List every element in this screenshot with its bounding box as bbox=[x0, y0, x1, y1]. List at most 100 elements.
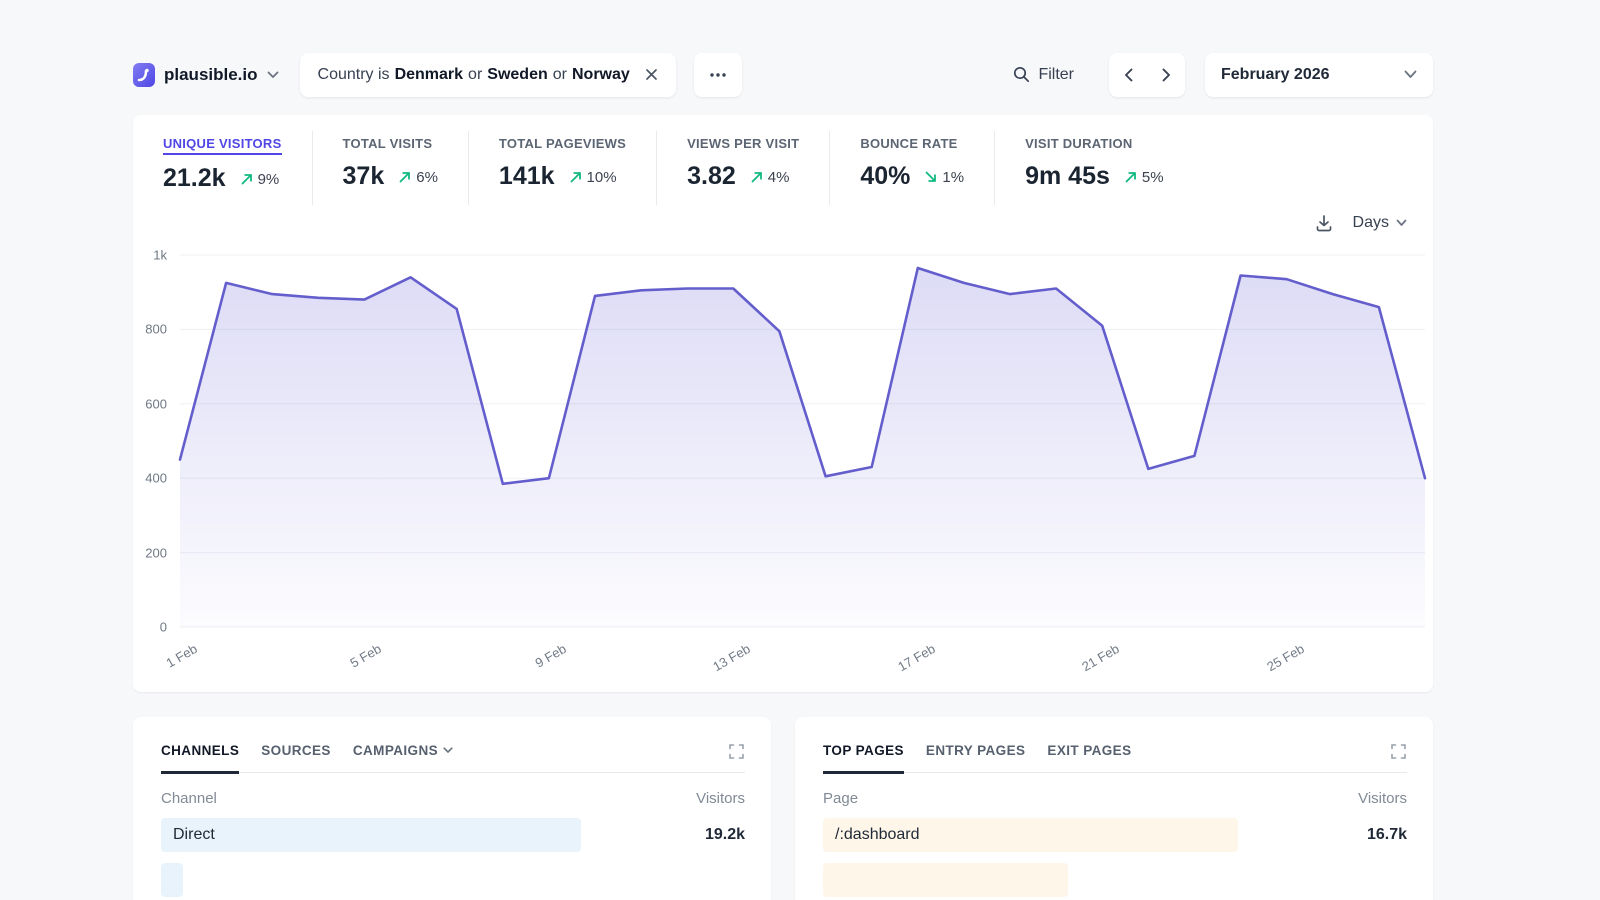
top-bar: plausible.io Country is Denmark or Swede… bbox=[133, 52, 1433, 97]
filter-button[interactable]: Filter bbox=[1013, 66, 1074, 84]
chart-plot-area[interactable]: 02004006008001k bbox=[180, 255, 1425, 627]
channels-tabs: CHANNELS SOURCES CAMPAIGNS bbox=[161, 743, 745, 773]
row-bar bbox=[161, 818, 581, 852]
stat-label[interactable]: UNIQUE VISITORS bbox=[163, 136, 282, 155]
site-name: plausible.io bbox=[164, 65, 258, 85]
tab-channels[interactable]: CHANNELS bbox=[161, 743, 239, 774]
channels-row-partial[interactable] bbox=[161, 863, 745, 897]
site-switcher[interactable]: plausible.io bbox=[133, 63, 279, 87]
expand-icon[interactable] bbox=[728, 743, 745, 760]
y-axis-label: 1k bbox=[153, 248, 167, 263]
stat-label[interactable]: VIEWS PER VISIT bbox=[687, 136, 799, 151]
stat-total-visits[interactable]: TOTAL VISITS 37k 6% bbox=[313, 131, 469, 205]
filter-country-3: Norway bbox=[572, 66, 630, 84]
interval-dropdown[interactable]: Days bbox=[1353, 214, 1407, 232]
interval-label: Days bbox=[1353, 214, 1389, 232]
tab-entry-pages[interactable]: ENTRY PAGES bbox=[926, 743, 1025, 774]
trend-up-icon bbox=[1124, 170, 1138, 184]
stat-label[interactable]: TOTAL PAGEVIEWS bbox=[499, 136, 626, 151]
x-axis-label: 5 Feb bbox=[372, 639, 380, 657]
download-icon[interactable] bbox=[1315, 214, 1333, 232]
tab-campaigns[interactable]: CAMPAIGNS bbox=[353, 743, 453, 774]
filter-chip-country[interactable]: Country is Denmark or Sweden or Norway bbox=[300, 53, 676, 97]
row-label[interactable]: Direct bbox=[161, 826, 215, 844]
top-right-controls: Filter February 2026 bbox=[1013, 53, 1433, 97]
y-axis-label: 0 bbox=[160, 620, 167, 635]
stat-views-per-visit[interactable]: VIEWS PER VISIT3.824% bbox=[657, 131, 830, 205]
filter-connector: or bbox=[468, 66, 482, 84]
x-axis-label: 1 Feb bbox=[188, 639, 196, 657]
tab-exit-pages[interactable]: EXIT PAGES bbox=[1047, 743, 1131, 774]
trend-up-icon bbox=[750, 170, 764, 184]
filter-connector: or bbox=[553, 66, 567, 84]
visitors-line-chart[interactable] bbox=[180, 255, 1425, 627]
row-label[interactable]: /:dashboard bbox=[823, 826, 920, 844]
pages-row[interactable]: /:dashboard 16.7k bbox=[823, 818, 1407, 852]
channels-row[interactable]: Direct19.2k bbox=[161, 818, 745, 852]
stat-label[interactable]: BOUNCE RATE bbox=[860, 136, 957, 151]
remove-filter-icon[interactable] bbox=[645, 68, 658, 81]
y-axis-label: 200 bbox=[145, 545, 167, 560]
filter-country-2: Sweden bbox=[487, 66, 547, 84]
y-axis-label: 800 bbox=[145, 322, 167, 337]
stat-change: 1% bbox=[924, 169, 964, 186]
column-dimension: Page bbox=[823, 790, 858, 807]
dashboard: plausible.io Country is Denmark or Swede… bbox=[133, 52, 1433, 900]
stat-value: 40% bbox=[860, 162, 910, 191]
x-axis-label: 17 Feb bbox=[926, 639, 934, 657]
row-value: 16.7k bbox=[1367, 826, 1407, 844]
prev-period-button[interactable] bbox=[1109, 53, 1147, 97]
trend-down-icon bbox=[924, 170, 938, 184]
stats-row: UNIQUE VISITORS21.2k9%TOTAL VISITS37k6%T… bbox=[133, 131, 1433, 205]
y-axis-label: 400 bbox=[145, 471, 167, 486]
stat-change: 5% bbox=[1124, 169, 1164, 186]
analytics-panel: UNIQUE VISITORS21.2k9%TOTAL VISITS37k6%T… bbox=[133, 115, 1433, 692]
filter-country-1: Denmark bbox=[395, 66, 463, 84]
chevron-down-icon bbox=[1396, 219, 1407, 227]
stat-value: 37k bbox=[343, 162, 385, 191]
chevron-down-icon bbox=[267, 71, 279, 79]
expand-icon[interactable] bbox=[1390, 743, 1407, 760]
row-bar bbox=[823, 863, 1068, 897]
stat-value: 3.82 bbox=[687, 162, 736, 191]
trend-up-icon bbox=[569, 170, 583, 184]
x-axis-label: 13 Feb bbox=[741, 639, 749, 657]
date-nav bbox=[1109, 53, 1185, 97]
chevron-down-icon bbox=[1404, 70, 1417, 79]
column-dimension: Channel bbox=[161, 790, 217, 807]
breakdown-panels: CHANNELS SOURCES CAMPAIGNS Channel Visitors… bbox=[133, 717, 1433, 900]
stat-value: 21.2k bbox=[163, 164, 226, 193]
chevron-down-icon bbox=[443, 747, 453, 754]
stat-unique-visitors[interactable]: UNIQUE VISITORS 21.2k 9% bbox=[163, 131, 313, 205]
x-axis-label: 25 Feb bbox=[1295, 639, 1303, 657]
filter-button-label: Filter bbox=[1038, 66, 1074, 84]
tab-sources[interactable]: SOURCES bbox=[261, 743, 331, 774]
pages-tabs: TOP PAGES ENTRY PAGES EXIT PAGES bbox=[823, 743, 1407, 773]
channels-column-headers: Channel Visitors bbox=[161, 790, 745, 807]
next-period-button[interactable] bbox=[1147, 53, 1185, 97]
tab-top-pages[interactable]: TOP PAGES bbox=[823, 743, 904, 774]
stat-change: 6% bbox=[398, 169, 438, 186]
pages-column-headers: PageVisitors bbox=[823, 790, 1407, 807]
stat-label[interactable]: TOTAL VISITS bbox=[343, 136, 433, 151]
column-metric: Visitors bbox=[696, 790, 745, 807]
stat-visit-duration[interactable]: VISIT DURATION 9m 45s 5% bbox=[995, 131, 1193, 205]
stat-bounce-rate[interactable]: BOUNCE RATE 40% 1% bbox=[830, 131, 995, 205]
pages-row-partial[interactable] bbox=[823, 863, 1407, 897]
channels-panel: CHANNELS SOURCES CAMPAIGNS Channel Visitors… bbox=[133, 717, 771, 900]
stat-label[interactable]: VISIT DURATION bbox=[1025, 136, 1132, 151]
stat-change: 9% bbox=[240, 171, 280, 188]
stat-change: 10% bbox=[569, 169, 617, 186]
stat-total-pageviews[interactable]: TOTAL PAGEVIEWS 141k 10% bbox=[469, 131, 657, 205]
plausible-logo-icon bbox=[133, 63, 155, 87]
row-bar bbox=[161, 863, 183, 897]
stat-value: 9m 45s bbox=[1025, 162, 1110, 191]
more-filters-button[interactable] bbox=[694, 53, 742, 97]
visitors-chart[interactable]: 02004006008001k 1 Feb 5 Feb 9 Feb 13 Feb 17 … bbox=[133, 255, 1433, 685]
date-range-label: February 2026 bbox=[1221, 66, 1330, 84]
search-icon bbox=[1013, 66, 1030, 83]
x-axis-label: 9 Feb bbox=[557, 639, 565, 657]
ellipsis-icon bbox=[709, 72, 727, 78]
date-range-picker[interactable]: February 2026 bbox=[1205, 53, 1433, 97]
stat-value: 141k bbox=[499, 162, 555, 191]
